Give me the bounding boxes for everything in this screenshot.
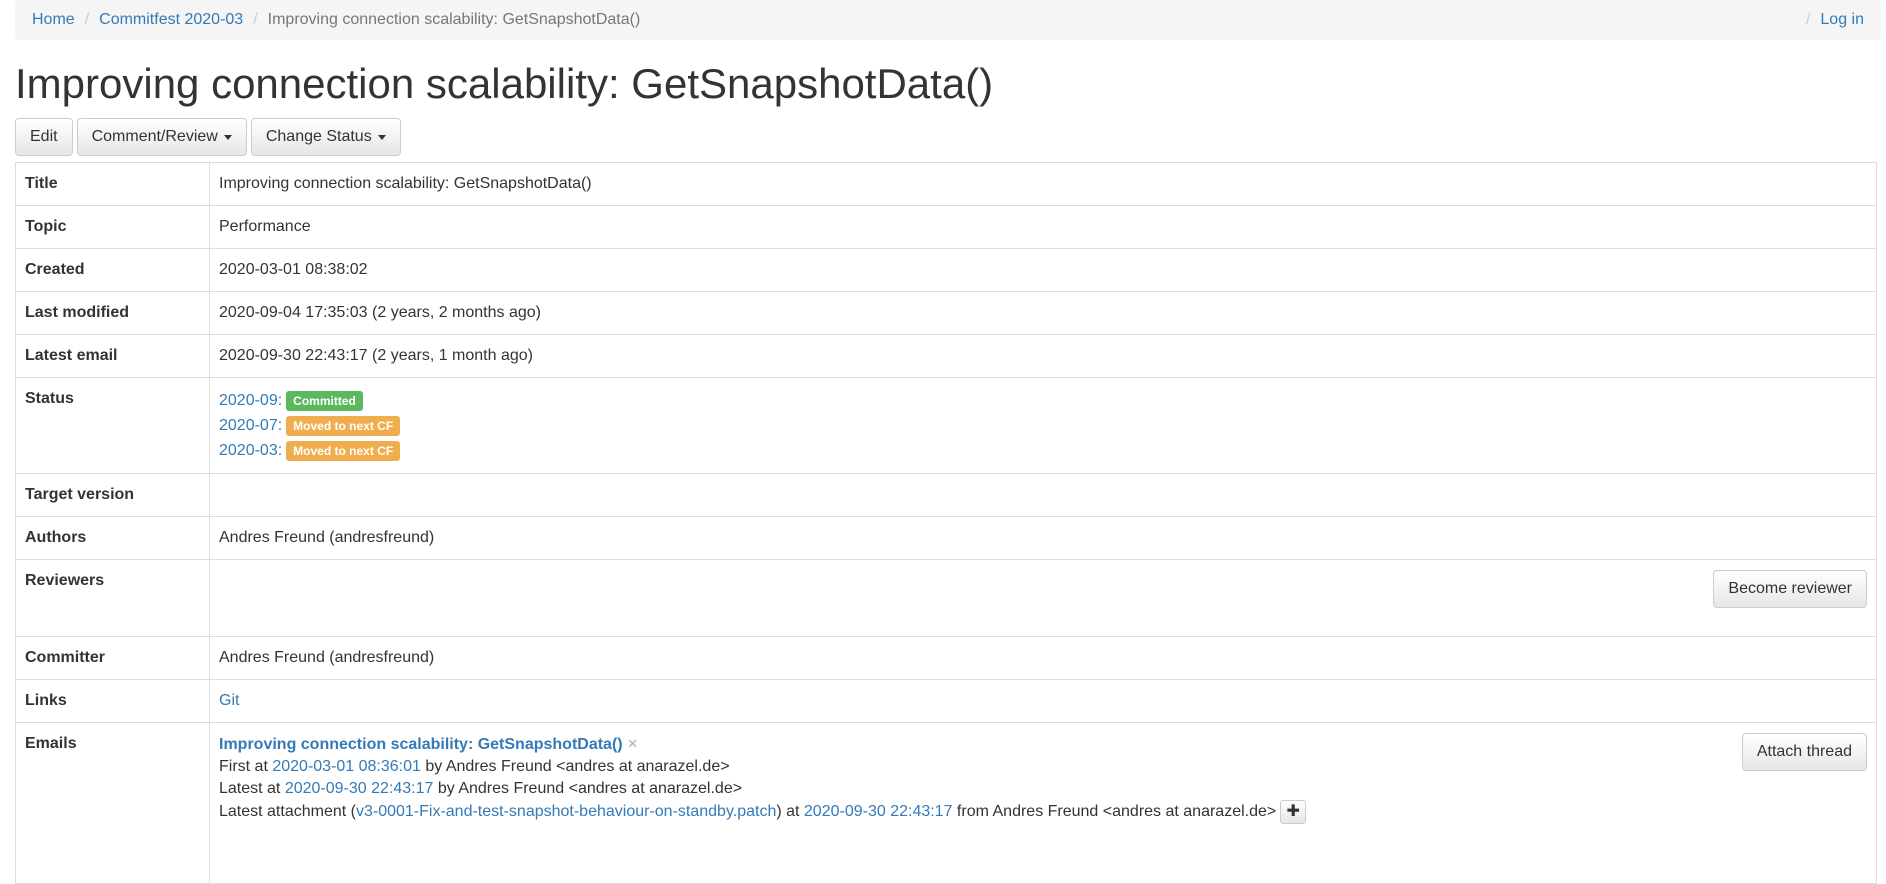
emails-cell: Improving connection scalability: GetSna… <box>209 722 1877 884</box>
attach-thread-label: Attach thread <box>1756 743 1852 760</box>
row-label: Authors <box>15 516 210 560</box>
comment-review-dropdown[interactable]: Comment/Review <box>76 118 247 156</box>
status-badge: Moved to next CF <box>286 415 401 436</box>
commitfest-link[interactable]: 2020-03: <box>219 438 282 463</box>
email-latest-prefix: Latest at <box>219 780 285 797</box>
email-attachment-line: Latest attachment (v3-0001-Fix-and-test-… <box>219 800 1307 824</box>
topic-value: Performance <box>209 205 1877 249</box>
status-entry: 2020-03: Moved to next CF <box>219 438 1867 463</box>
attach-thread-button[interactable]: Attach thread <box>1741 733 1867 771</box>
plus-icon[interactable]: ✚ <box>1280 800 1307 824</box>
table-row: Committer Andres Freund (andresfreund) <box>15 636 1877 680</box>
authors-value: Andres Freund (andresfreund) <box>209 516 1877 560</box>
become-reviewer-button[interactable]: Become reviewer <box>1713 570 1867 608</box>
commitfest-link[interactable]: 2020-07: <box>219 413 282 438</box>
status-entry: 2020-09: Committed <box>219 388 1867 413</box>
status-badge: Committed <box>286 390 363 411</box>
email-first-date-link[interactable]: 2020-03-01 08:36:01 <box>272 758 421 775</box>
breadcrumb-current: Improving connection scalability: GetSna… <box>267 11 641 28</box>
breadcrumb: Home / Commitfest 2020-03 / Improving co… <box>15 0 1881 40</box>
caret-down-icon <box>223 134 232 140</box>
email-first-line: First at 2020-03-01 08:36:01 by Andres F… <box>219 756 1306 778</box>
toolbar: Edit Comment/Review Change Status <box>15 118 401 156</box>
row-label: Reviewers <box>15 559 210 637</box>
attachment-suffix: from Andres Freund <andres at anarazel.d… <box>952 803 1277 821</box>
table-row: Latest email 2020-09-30 22:43:17 (2 year… <box>15 334 1877 378</box>
table-row: Authors Andres Freund (andresfreund) <box>15 516 1877 560</box>
email-thread-header: Improving connection scalability: GetSna… <box>219 733 1306 756</box>
reviewers-cell: Become reviewer <box>209 559 1877 637</box>
title-value: Improving connection scalability: GetSna… <box>209 162 1877 206</box>
attachment-prefix: Latest attachment ( <box>219 803 356 821</box>
breadcrumb-separator: / <box>253 11 258 28</box>
row-label: Links <box>15 679 210 723</box>
caret-down-icon <box>377 134 386 140</box>
breadcrumb-separator: / <box>84 11 90 28</box>
login-link[interactable]: Log in <box>1820 11 1864 29</box>
table-row: Last modified 2020-09-04 17:35:03 (2 yea… <box>15 291 1877 335</box>
row-label: Committer <box>15 636 210 680</box>
attachment-mid: ) at <box>776 803 804 821</box>
become-reviewer-label: Become reviewer <box>1728 580 1852 597</box>
last-modified-value: 2020-09-04 17:35:03 (2 years, 2 months a… <box>209 291 1877 335</box>
breadcrumb-separator: / <box>1805 11 1811 28</box>
table-row: Emails Improving connection scalability:… <box>15 722 1877 884</box>
table-row: Status 2020-09: Committed 2020-07: Moved… <box>15 377 1877 474</box>
row-label: Status <box>15 377 210 474</box>
email-first-prefix: First at <box>219 758 273 775</box>
table-row: Reviewers Become reviewer <box>15 559 1877 637</box>
change-status-dropdown[interactable]: Change Status <box>250 118 401 156</box>
edit-button-label: Edit <box>30 128 58 145</box>
row-label: Last modified <box>15 291 210 335</box>
table-row: Topic Performance <box>15 205 1877 249</box>
breadcrumb-home-link[interactable]: Home <box>32 11 75 29</box>
target-version-value <box>209 473 1877 517</box>
row-label: Latest email <box>15 334 210 378</box>
row-label: Created <box>15 248 210 292</box>
edit-button[interactable]: Edit <box>15 118 73 156</box>
remove-thread-icon[interactable]: × <box>628 734 638 753</box>
latest-email-value: 2020-09-30 22:43:17 (2 years, 1 month ag… <box>209 334 1877 378</box>
table-row: Links Git <box>15 679 1877 723</box>
email-latest-suffix: by Andres Freund <andres at anarazel.de> <box>433 780 743 797</box>
links-cell: Git <box>209 679 1877 723</box>
patch-details-table: Title Improving connection scalability: … <box>15 162 1877 884</box>
git-link[interactable]: Git <box>219 692 239 709</box>
email-latest-line: Latest at 2020-09-30 22:43:17 by Andres … <box>219 778 1306 800</box>
email-thread: Improving connection scalability: GetSna… <box>219 733 1867 824</box>
comment-review-label: Comment/Review <box>91 128 218 145</box>
page-title: Improving connection scalability: GetSna… <box>15 60 994 107</box>
table-row: Created 2020-03-01 08:38:02 <box>15 248 1877 292</box>
status-list: 2020-09: Committed 2020-07: Moved to nex… <box>209 377 1877 474</box>
breadcrumb-right: / Log in <box>1796 11 1864 29</box>
created-value: 2020-03-01 08:38:02 <box>209 248 1877 292</box>
email-thread-link[interactable]: Improving connection scalability: GetSna… <box>219 736 623 753</box>
table-row: Target version <box>15 473 1877 517</box>
row-label: Title <box>15 162 210 206</box>
breadcrumb-commitfest-link[interactable]: Commitfest 2020-03 <box>99 11 243 29</box>
email-first-suffix: by Andres Freund <andres at anarazel.de> <box>420 758 730 775</box>
table-row: Title Improving connection scalability: … <box>15 162 1877 206</box>
commitfest-link[interactable]: 2020-09: <box>219 388 282 413</box>
attachment-date-link[interactable]: 2020-09-30 22:43:17 <box>804 803 953 820</box>
row-label: Emails <box>15 722 210 884</box>
row-label: Topic <box>15 205 210 249</box>
status-entry: 2020-07: Moved to next CF <box>219 413 1867 438</box>
row-label: Target version <box>15 473 210 517</box>
status-badge: Moved to next CF <box>286 440 401 461</box>
change-status-label: Change Status <box>265 128 372 145</box>
attachment-file-link[interactable]: v3-0001-Fix-and-test-snapshot-behaviour-… <box>356 803 776 820</box>
reviewers-content: Become reviewer <box>219 570 1867 608</box>
email-latest-date-link[interactable]: 2020-09-30 22:43:17 <box>285 780 434 797</box>
email-thread-info: Improving connection scalability: GetSna… <box>219 733 1307 824</box>
committer-value: Andres Freund (andresfreund) <box>209 636 1877 680</box>
